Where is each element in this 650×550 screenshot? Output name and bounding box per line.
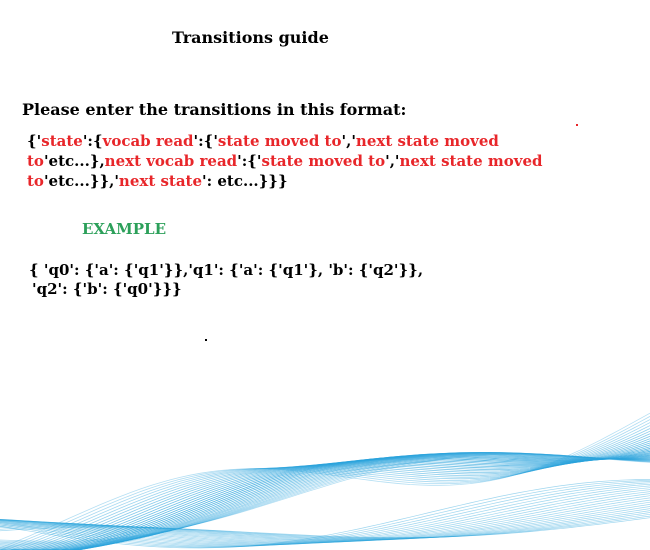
format-syntax: ',' [385,152,400,170]
example-heading: EXAMPLE [82,220,167,238]
stray-dot [205,339,207,341]
format-placeholder: state [41,132,83,150]
wave-line [0,425,650,550]
example-line-1: { 'q0': {'a': {'q1'}},'q1': {'a': {'q1'}… [29,261,424,279]
decorative-wave-background [0,412,650,550]
format-syntax: 'etc...}},' [43,172,119,190]
format-placeholder: state moved to [217,132,342,150]
stray-dot-red [576,124,578,126]
format-syntax: ':{' [237,152,262,170]
format-syntax: ':{' [193,132,218,150]
format-syntax: {' [27,132,42,150]
format-placeholder: state moved to [261,152,386,170]
format-syntax: ':{ [82,132,103,150]
example-code: { 'q0': {'a': {'q1'}},'q1': {'a': {'q1'}… [29,261,423,299]
format-instruction: Please enter the transitions in this for… [22,100,407,119]
format-placeholder: next vocab read [104,152,238,170]
example-line-2: 'q2': {'b': {'q0'}}} [32,280,182,298]
format-description: {'state':{vocab read':{'state moved to',… [27,131,602,191]
page-title: Transitions guide [172,28,329,47]
format-syntax: 'etc...}, [43,152,105,170]
format-placeholder: next state [118,172,203,190]
format-placeholder: vocab read [102,132,194,150]
format-syntax: ': etc...}}} [202,172,288,190]
format-syntax: ',' [341,132,356,150]
